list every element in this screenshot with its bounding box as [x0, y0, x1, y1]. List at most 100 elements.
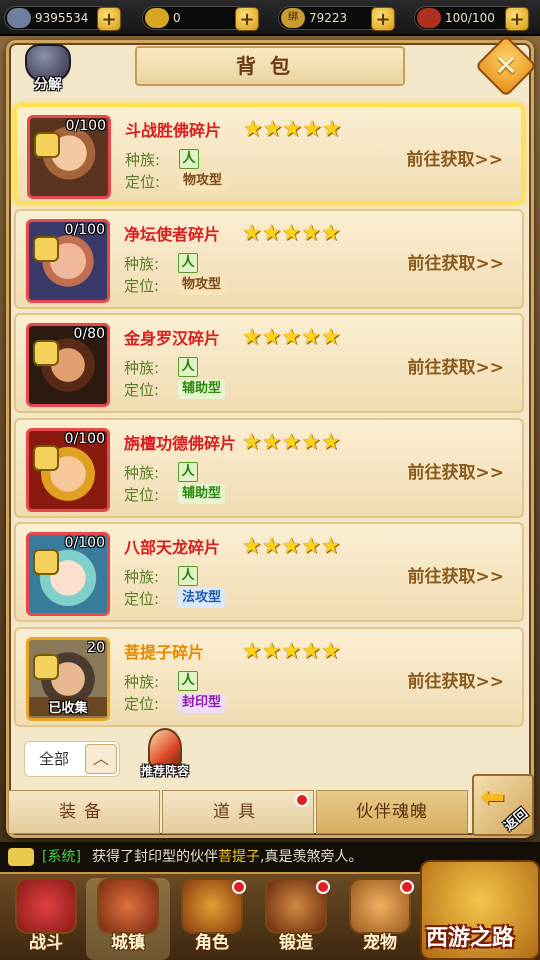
add-silver-button[interactable]: +	[97, 7, 121, 31]
decompose-button[interactable]: 分解	[18, 44, 78, 100]
stamina-icon	[417, 8, 441, 28]
nav-pet[interactable]: 宠物	[338, 878, 422, 960]
role-tag: 辅助型	[178, 483, 226, 504]
fragment-count: 0/100	[65, 118, 106, 134]
star-icon: ★	[320, 325, 341, 350]
goto-obtain-link[interactable]: 前往获取>>	[408, 667, 505, 692]
role-tag: 物攻型	[179, 171, 227, 191]
chat-message: 获得了封印型的伙伴菩提子,真是羡煞旁人。	[92, 842, 362, 872]
chat-text: ,真是羡煞旁人。	[260, 849, 363, 865]
stamina-value: 100/100	[445, 11, 495, 25]
hero-portrait: 0/100	[26, 532, 110, 616]
item-name: 净坛使者碎片	[124, 224, 221, 244]
item-list: 0/100 斗战胜佛碎片 ★★★★★ 种族: 人 定位: 物攻型 前往获取>> …	[14, 104, 526, 731]
list-item[interactable]: 0/100 八部天龙碎片 ★★★★★ 种族: 人 定位: 法攻型 前往获取>>	[14, 522, 524, 622]
race-label: 种族:	[124, 672, 160, 691]
battle-drum-icon	[15, 878, 77, 934]
role-label: 定位:	[124, 694, 160, 713]
item-name: 金身罗汉碎片	[124, 329, 221, 348]
role-tag: 法攻型	[178, 588, 226, 608]
star-icon: ★	[320, 638, 341, 664]
star-icon: ★	[281, 220, 302, 246]
star-icon: ★	[242, 534, 262, 559]
race-tag: 人	[178, 461, 198, 482]
filter-dropdown[interactable]: 全部 ︿	[24, 741, 120, 777]
race-label: 种族:	[125, 151, 161, 169]
goto-obtain-link[interactable]: 前往获取>>	[408, 249, 505, 274]
decompose-label: 分解	[34, 77, 62, 93]
star-icon: ★	[242, 638, 262, 664]
star-icon: ★	[261, 638, 282, 664]
list-item[interactable]: 0/100 旃檀功德佛碎片 ★★★★★ 种族: 人 定位: 辅助型 前往获取>>	[14, 417, 524, 518]
star-icon: ★	[262, 117, 283, 142]
nav-character[interactable]: 角色	[170, 878, 254, 960]
hero-portrait: 0/80	[26, 323, 110, 407]
notification-dot	[400, 880, 414, 894]
goto-obtain-link[interactable]: 前往获取>>	[408, 353, 505, 378]
nav-label: 锻造	[279, 933, 313, 953]
nav-forge[interactable]: 锻造	[254, 878, 338, 960]
star-icon: ★	[320, 220, 341, 246]
recommend-lineup-button[interactable]: 推荐阵容	[134, 728, 196, 788]
role-tag: 物攻型	[178, 274, 226, 295]
game-logo[interactable]: 西游之路	[420, 860, 540, 960]
nav-label: 角色	[195, 933, 229, 953]
hero-portrait: 0/100	[26, 427, 110, 512]
star-icon: ★	[320, 534, 341, 559]
nav-battle[interactable]: 战斗	[4, 878, 88, 960]
logo-text: 西游之路	[426, 926, 515, 951]
gold-counter: 0 +	[142, 6, 259, 31]
gold-ingot-icon	[145, 8, 169, 28]
tab-label: 伙伴魂魄	[356, 802, 428, 822]
tab-label: 装备	[59, 802, 109, 822]
back-button[interactable]: ⬅ 返回	[472, 774, 534, 836]
silver-value: 9395534	[35, 11, 89, 25]
tab-items[interactable]: 道具	[162, 790, 314, 834]
role-label: 定位:	[124, 590, 160, 608]
close-icon: ✕	[494, 49, 518, 82]
nav-label: 宠物	[363, 933, 397, 953]
star-icon: ★	[301, 429, 321, 455]
list-item[interactable]: 0/100 净坛使者碎片 ★★★★★ 种族: 人 定位: 物攻型 前往获取>>	[14, 208, 524, 309]
list-item[interactable]: 0/80 金身罗汉碎片 ★★★★★ 种族: 人 定位: 辅助型 前往获取>>	[14, 313, 524, 413]
star-icon: ★	[243, 117, 263, 142]
puzzle-piece-icon	[33, 235, 59, 262]
bound-gold-counter: 绑 79223 +	[278, 6, 395, 31]
goto-obtain-link[interactable]: 前往获取>>	[408, 458, 505, 483]
chevron-up-icon[interactable]: ︿	[85, 744, 117, 774]
item-name: 八部天龙碎片	[124, 538, 221, 557]
star-icon: ★	[281, 325, 302, 350]
puzzle-piece-icon	[34, 132, 60, 158]
add-stamina-button[interactable]: +	[505, 7, 529, 31]
star-icon: ★	[261, 429, 282, 455]
add-gold-button[interactable]: +	[235, 7, 259, 31]
star-rating: ★★★★★	[242, 327, 341, 349]
item-name: 斗战胜佛碎片	[125, 121, 222, 140]
star-icon: ★	[302, 117, 322, 142]
race-label: 种族:	[124, 463, 160, 482]
star-icon: ★	[261, 534, 282, 559]
collected-badge: 已收集	[29, 696, 107, 716]
list-item[interactable]: 20 已收集 菩提子碎片 ★★★★★ 种族: 人 定位: 封印型 前往获取>>	[14, 626, 524, 727]
chat-text: 获得了封印型的伙伴	[92, 849, 218, 865]
tab-partner-souls[interactable]: 伙伴魂魄	[316, 790, 468, 834]
list-item[interactable]: 0/100 斗战胜佛碎片 ★★★★★ 种族: 人 定位: 物攻型 前往获取>>	[14, 104, 524, 204]
star-rating: ★★★★★	[242, 429, 341, 455]
race-tag: 人	[178, 357, 198, 377]
role-label: 定位:	[125, 173, 161, 191]
puzzle-piece-icon	[33, 444, 59, 471]
goto-obtain-link[interactable]: 前往获取>>	[407, 145, 504, 170]
add-bound-gold-button[interactable]: +	[371, 7, 395, 31]
nav-town[interactable]: 城镇	[86, 878, 170, 960]
star-icon: ★	[281, 429, 302, 455]
race-tag: 人	[178, 670, 198, 691]
race-tag: 人	[178, 566, 198, 586]
chat-channel: [系统]	[42, 849, 81, 865]
star-icon: ★	[242, 220, 262, 246]
goto-obtain-link[interactable]: 前往获取>>	[408, 562, 505, 587]
resource-bar: 9395534 + 0 + 绑 79223 + 100/100 +	[0, 0, 540, 36]
item-name: 旃檀功德佛碎片	[124, 433, 237, 453]
fragment-count: 0/100	[64, 221, 105, 238]
star-icon: ★	[261, 325, 282, 350]
tab-equipment[interactable]: 装备	[8, 790, 160, 834]
